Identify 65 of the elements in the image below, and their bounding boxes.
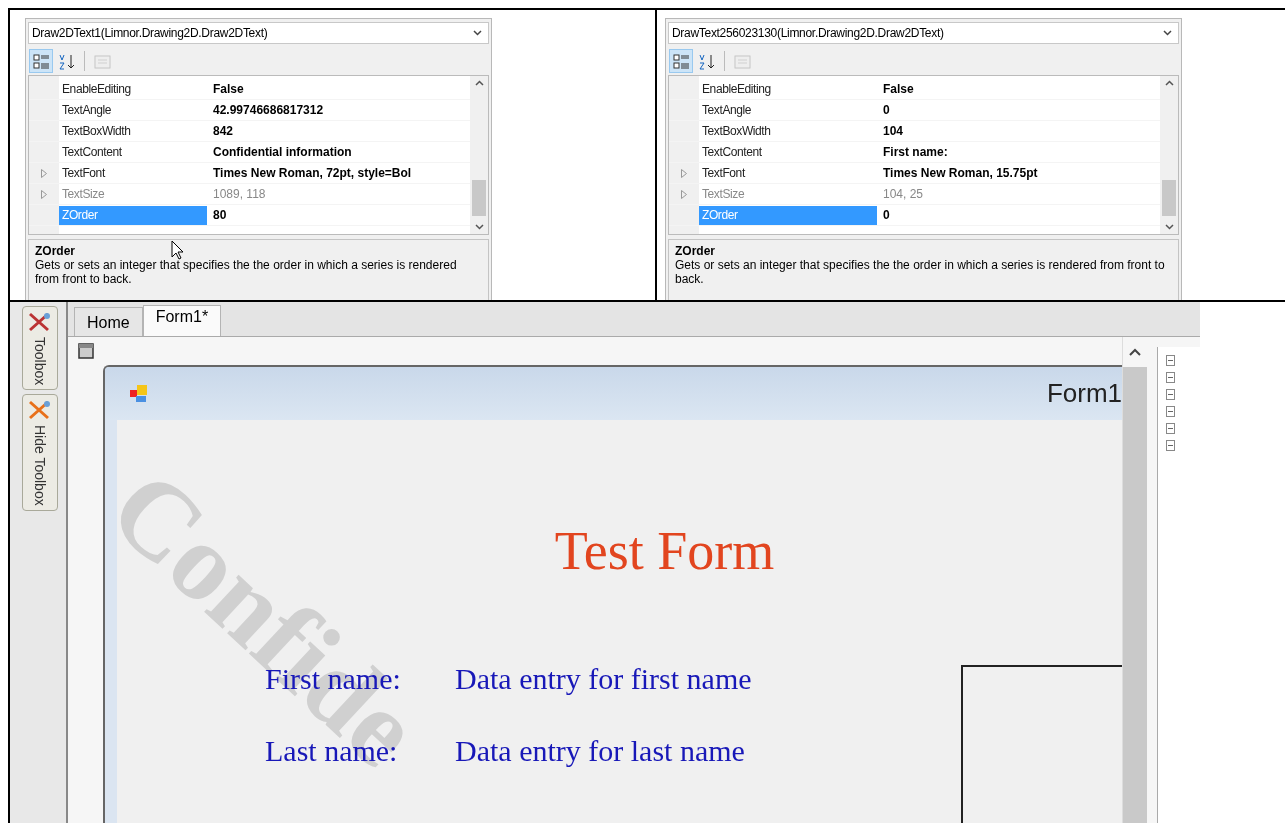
categorized-button[interactable] — [29, 49, 53, 73]
property-value[interactable]: False — [877, 82, 914, 96]
property-value[interactable]: Times New Roman, 15.75pt — [877, 166, 1038, 180]
property-name[interactable]: EnableEditing — [699, 79, 877, 99]
toolbox-tab[interactable]: Hide Toolbox — [22, 394, 58, 511]
scrollbar-thumb[interactable] — [1162, 180, 1176, 216]
description-text: Gets or sets an integer that specifies the the order in which a series is rendered from front to back. — [35, 258, 458, 286]
property-name[interactable]: TextFont — [59, 163, 207, 183]
chevron-down-icon[interactable] — [474, 224, 484, 230]
window-icon[interactable] — [78, 343, 94, 359]
chevron-down-icon — [1163, 30, 1172, 36]
mouse-cursor-icon — [171, 240, 184, 260]
property-value[interactable]: First name: — [877, 145, 948, 159]
property-pages-icon — [93, 52, 111, 70]
property-value[interactable]: False — [207, 82, 244, 96]
document-tab[interactable]: Home — [74, 307, 143, 336]
property-name[interactable]: TextBoxWidth — [59, 121, 207, 141]
description-title: ZOrder — [35, 244, 75, 258]
property-value[interactable]: 0 — [877, 208, 890, 222]
categorized-button[interactable] — [669, 49, 693, 73]
scrollbar-thumb[interactable] — [472, 180, 486, 216]
expand-icon[interactable] — [681, 168, 687, 178]
collapse-icon[interactable] — [1166, 372, 1175, 383]
property-value[interactable]: 0 — [877, 103, 890, 117]
expand-icon[interactable] — [41, 168, 47, 178]
property-name[interactable]: TextBoxWidth — [699, 121, 877, 141]
property-value[interactable]: 42.99746686817312 — [207, 103, 324, 117]
property-name[interactable]: TextAngle — [699, 100, 877, 120]
alphabetical-icon — [698, 52, 716, 70]
property-value[interactable]: 80 — [207, 208, 227, 222]
chevron-up-icon[interactable] — [474, 80, 484, 86]
object-selector[interactable]: DrawText256023130(Limnor.Drawing2D.Draw2DText) — [668, 22, 1179, 44]
collapse-icon[interactable] — [1166, 389, 1175, 400]
chevron-down-icon[interactable] — [1164, 224, 1174, 230]
chevron-down-icon — [473, 30, 482, 36]
scrollbar[interactable] — [1160, 76, 1178, 234]
document-tab[interactable]: Form1* — [142, 305, 222, 336]
property-name[interactable]: EnableEditing — [59, 79, 207, 99]
property-name[interactable]: TextFont — [699, 163, 877, 183]
toolbox-tab[interactable]: Toolbox — [22, 306, 58, 391]
categorized-icon — [672, 52, 690, 70]
collapse-icon[interactable] — [1166, 355, 1175, 366]
collapse-icon[interactable] — [1166, 423, 1175, 434]
collapse-icon[interactable] — [1166, 440, 1175, 451]
property-name[interactable]: TextContent — [699, 142, 877, 162]
categorized-icon — [32, 52, 50, 70]
form-title: Form1 — [1046, 378, 1122, 409]
property-value[interactable]: 104 — [877, 124, 904, 138]
object-selector[interactable]: Draw2DText1(Limnor.Drawing2D.Draw2DText) — [28, 22, 489, 44]
property-value[interactable]: 842 — [207, 124, 234, 138]
field-text: Data entry for first name — [455, 662, 753, 696]
scrollbar[interactable] — [470, 76, 488, 234]
property-value[interactable]: Times New Roman, 72pt, style=Bol — [207, 166, 412, 180]
property-name[interactable]: TextAngle — [59, 100, 207, 120]
property-pages-icon — [733, 52, 751, 70]
chevron-up-icon[interactable] — [1129, 348, 1141, 356]
chevron-up-icon[interactable] — [1164, 80, 1174, 86]
scrollbar[interactable] — [1122, 337, 1147, 823]
collapse-icon[interactable] — [1166, 406, 1175, 417]
field-text: Data entry for last name — [455, 734, 746, 768]
alphabetical-icon — [58, 52, 76, 70]
property-value[interactable]: Confidential information — [207, 145, 352, 159]
description-title: ZOrder — [675, 244, 715, 258]
property-name[interactable]: TextContent — [59, 142, 207, 162]
description-text: Gets or sets an integer that specifies the the order in which a series is rendered from front to back. — [675, 258, 1166, 286]
